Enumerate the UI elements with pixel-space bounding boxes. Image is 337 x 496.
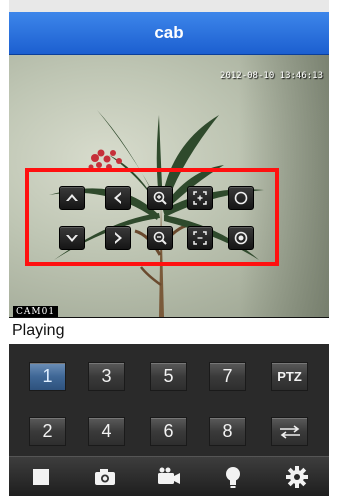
camera-label: CAM01 (13, 306, 59, 317)
channel-5-button[interactable]: 5 (150, 362, 187, 391)
ptz-toggle-button[interactable]: PTZ (271, 362, 308, 391)
zoom-in-icon (153, 191, 167, 205)
iris-ring-icon (234, 191, 248, 205)
record-button[interactable] (137, 457, 201, 496)
focus-far-button[interactable] (187, 226, 213, 250)
pan-left-button[interactable] (105, 186, 131, 210)
stop-button[interactable] (9, 457, 73, 496)
arrow-left-icon (114, 192, 121, 204)
app-window: cab 2012-08-10 13:46:13 CAM01 Playing 1 … (9, 0, 329, 496)
pan-right-button[interactable] (105, 226, 131, 250)
focus-out-icon (193, 231, 207, 245)
camera-icon (95, 469, 115, 485)
channel-4-button[interactable]: 4 (88, 417, 125, 446)
video-timestamp: 2012-08-10 13:46:13 (220, 71, 323, 81)
settings-button[interactable] (265, 457, 329, 496)
video-camera-icon (158, 467, 180, 484)
zoom-out-icon (153, 231, 167, 245)
channel-panel: 1 3 5 7 PTZ 2 4 6 8 (9, 344, 329, 456)
playback-status: Playing (9, 318, 329, 344)
ptz-control-panel (25, 168, 279, 266)
channel-7-button[interactable]: 7 (209, 362, 246, 391)
channel-8-button[interactable]: 8 (209, 417, 246, 446)
lightbulb-icon (226, 467, 240, 488)
stop-icon (33, 469, 49, 485)
iris-close-button[interactable] (228, 226, 254, 250)
arrow-up-icon (66, 194, 78, 201)
arrow-down-icon (66, 235, 78, 242)
tilt-up-button[interactable] (59, 186, 85, 210)
focus-in-icon (193, 191, 207, 205)
channel-2-button[interactable]: 2 (29, 417, 66, 446)
page-title: cab (9, 12, 329, 55)
arrow-right-icon (115, 232, 122, 244)
channel-1-button[interactable]: 1 (29, 362, 66, 391)
zoom-in-button[interactable] (147, 186, 173, 210)
light-button[interactable] (201, 457, 265, 496)
swap-arrows-icon (279, 425, 300, 439)
focus-near-button[interactable] (187, 186, 213, 210)
tilt-down-button[interactable] (59, 226, 85, 250)
swap-button[interactable] (271, 417, 308, 446)
bottom-toolbar (9, 456, 329, 496)
channel-6-button[interactable]: 6 (150, 417, 187, 446)
channel-3-button[interactable]: 3 (88, 362, 125, 391)
iris-open-button[interactable] (228, 186, 254, 210)
snapshot-button[interactable] (73, 457, 137, 496)
gear-icon (286, 466, 308, 488)
iris-dot-icon (234, 231, 248, 245)
status-bar (9, 0, 329, 12)
zoom-out-button[interactable] (147, 226, 173, 250)
